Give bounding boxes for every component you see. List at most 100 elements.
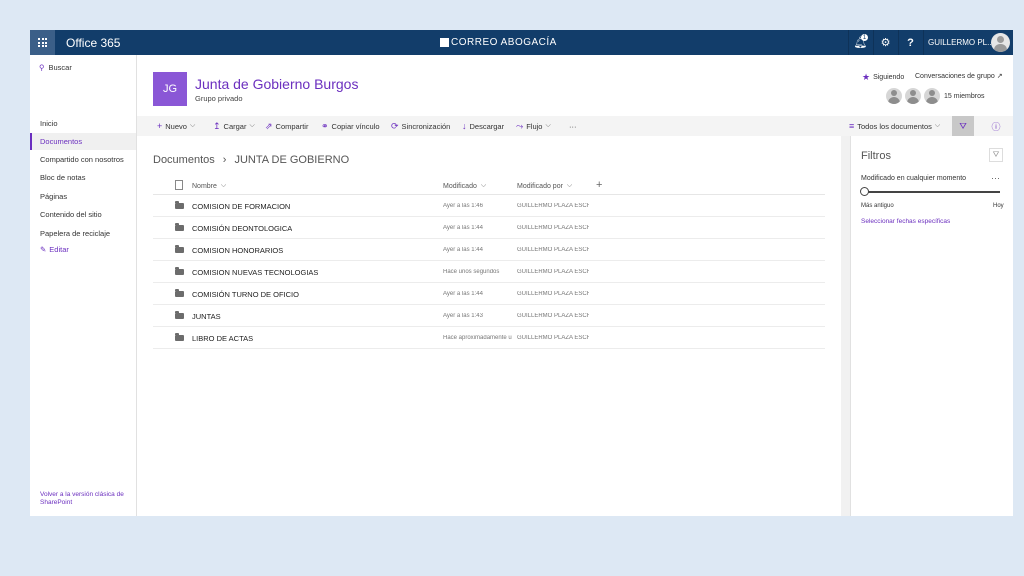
nav-item-label: Contenido del sitio [40,210,102,219]
nav-item-paginas[interactable]: Páginas [30,188,136,205]
command-bar: + Nuevo ⌵ ↥ Cargar ⌵ ⇗ Compartir ⚭ Copia… [137,116,1013,136]
download-icon: ↓ [462,121,467,131]
share-button[interactable]: ⇗ Compartir [265,116,308,136]
search-label: Buscar [48,63,72,72]
chevron-down-icon: ⌵ [545,122,551,129]
row-modified-by[interactable]: GUILLERMO PLAZA ESCRI [517,291,589,297]
classic-view-link[interactable]: Volver a la versión clásica de SharePoin… [40,491,130,507]
members-button[interactable]: 15 miembros [886,88,984,104]
upload-button[interactable]: ↥ Cargar ⌵ [213,116,255,136]
plus-icon: + [157,121,163,131]
search-box[interactable]: ⚲ Buscar [39,63,72,72]
sync-button[interactable]: ⟳ Sincronización [391,116,450,136]
sync-icon: ⟳ [391,120,399,131]
settings-button[interactable]: ⚙ [873,30,897,55]
link-icon: ⚭ [321,120,329,131]
follow-button[interactable]: ★ Siguiendo [862,72,904,83]
row-name[interactable]: LIBRO DE ACTAS [192,334,253,343]
table-row[interactable]: LIBRO DE ACTAS Hace aproximadamente u GUIL… [153,327,825,349]
group-conversations-link[interactable]: Conversaciones de grupo ↗ [915,72,1003,80]
date-slider-track[interactable] [864,191,1000,193]
nav-item-papelera[interactable]: Papelera de reciclaje [30,225,136,242]
row-name[interactable]: COMISION DE FORMACION [192,202,290,211]
folder-icon [175,311,184,319]
list-icon: ≡ [849,121,855,131]
site-subtitle: Grupo privado [195,94,243,103]
table-row[interactable]: COMISIÓN TURNO DE OFICIO Ayer a las 1:44 G… [153,283,825,305]
folder-icon [175,245,184,253]
row-name[interactable]: COMISION NUEVAS TECNOLOGIAS [192,268,318,277]
info-icon: ⓘ [991,121,1001,132]
edit-nav-link[interactable]: ✎ Editar [40,245,69,254]
search-icon: ⚲ [39,63,45,72]
more-commands-button[interactable]: ··· [569,116,577,136]
table-row[interactable]: JUNTAS Ayer a las 1:43 GUILLERMO PLAZA ESC… [153,305,825,327]
table-row[interactable]: COMISION NUEVAS TECNOLOGIAS Hace unos seg… [153,261,825,283]
table-row[interactable]: COMISION DE FORMACION Ayer a las 1:46 GUIL… [153,195,825,217]
info-pane-button[interactable]: ⓘ [985,116,1007,136]
nav-item-label: Papelera de reciclaje [40,229,111,238]
chevron-down-icon: ⌵ [220,182,227,189]
brand-text: CORREO ABOGACÍA [451,37,557,48]
nav-item-compartido[interactable]: Compartido con nosotros [30,151,136,168]
brand-logo: CORREO ABOGACÍA [440,37,557,48]
chevron-down-icon: ⌵ [249,122,255,129]
user-avatar[interactable] [991,33,1010,52]
content-scrollbar[interactable] [841,136,850,516]
column-header-modified-by[interactable]: Modificado por ⌵ [517,182,572,190]
row-modified-by[interactable]: GUILLERMO PLAZA ESCRI [517,269,589,275]
chevron-right-icon: › [222,154,227,166]
row-modified-by[interactable]: GUILLERMO PLAZA ESCRI [517,335,589,341]
row-modified-by[interactable]: GUILLERMO PLAZA ESCRI [517,203,589,209]
column-label: Modificado por [517,182,563,190]
table-row[interactable]: COMISIÓN DEONTOLOGICA Ayer a las 1:44 GUIL… [153,217,825,239]
column-header-modified[interactable]: Modificado ⌵ [443,182,486,190]
filter-pane-button[interactable]: ⛛ [952,116,974,136]
row-modified-by[interactable]: GUILLERMO PLAZA ESCRI [517,313,589,319]
view-selector[interactable]: ≡ Todos los documentos ⌵ [849,116,940,136]
new-button[interactable]: + Nuevo ⌵ [157,116,195,136]
folder-icon [175,201,184,209]
row-name[interactable]: COMISIÓN DEONTOLOGICA [192,224,292,233]
site-logo[interactable]: JG [153,72,187,106]
breadcrumb-root[interactable]: Documentos [153,154,215,166]
slider-max-label: Hoy [993,203,1004,209]
help-button[interactable]: ? [898,30,922,55]
notifications-button[interactable]: 🔔︎ 1 [848,30,872,55]
row-name[interactable]: JUNTAS [192,312,221,321]
waffle-icon [38,38,47,47]
column-header-name[interactable]: Nombre ⌵ [192,182,226,190]
chevron-down-icon: ⌵ [566,182,573,189]
member-avatar [924,88,940,104]
row-modified: Ayer a las 1:44 [443,291,483,297]
download-label: Descargar [469,121,505,131]
share-icon: ⇗ [265,120,273,131]
filters-pane: Filtros ⛛ Modificado en cualquier moment… [850,136,1013,516]
copy-link-button[interactable]: ⚭ Copiar vínculo [321,116,380,136]
row-modified-by[interactable]: GUILLERMO PLAZA ESCRI [517,225,589,231]
nav-item-bloc-de-notas[interactable]: Bloc de notas [30,169,136,186]
table-row[interactable]: COMISION HONORARIOS Ayer a las 1:44 GUILLE… [153,239,825,261]
member-avatar [905,88,921,104]
flow-button[interactable]: ⤳ Flujo ⌵ [516,116,551,136]
app-title[interactable]: Office 365 [66,36,120,50]
row-modified: Ayer a las 1:43 [443,313,483,319]
nav-item-label: Compartido con nosotros [40,155,124,164]
row-name[interactable]: COMISION HONORARIOS [192,246,283,255]
nav-item-documentos[interactable]: Documentos [30,133,136,150]
download-button[interactable]: ↓ Descargar [462,116,504,136]
row-modified-by[interactable]: GUILLERMO PLAZA ESCRI [517,247,589,253]
nav-item-inicio[interactable]: Inicio [30,115,136,132]
nav-item-contenido[interactable]: Contenido del sitio [30,206,136,223]
select-dates-link[interactable]: Seleccionar fechas específicas [861,218,950,225]
site-title[interactable]: Junta de Gobierno Burgos [195,76,358,92]
date-slider-thumb[interactable] [860,187,869,196]
row-name[interactable]: COMISIÓN TURNO DE OFICIO [192,290,299,299]
external-link-icon: ↗ [996,73,1003,80]
clear-filters-button[interactable]: ⛛ [989,148,1003,162]
modified-filter-more-button[interactable]: ··· [991,173,1000,183]
member-avatar [886,88,902,104]
row-modified: Hace unos segundos [443,269,500,275]
app-launcher-button[interactable] [30,30,55,55]
add-column-button[interactable]: + [596,179,602,191]
